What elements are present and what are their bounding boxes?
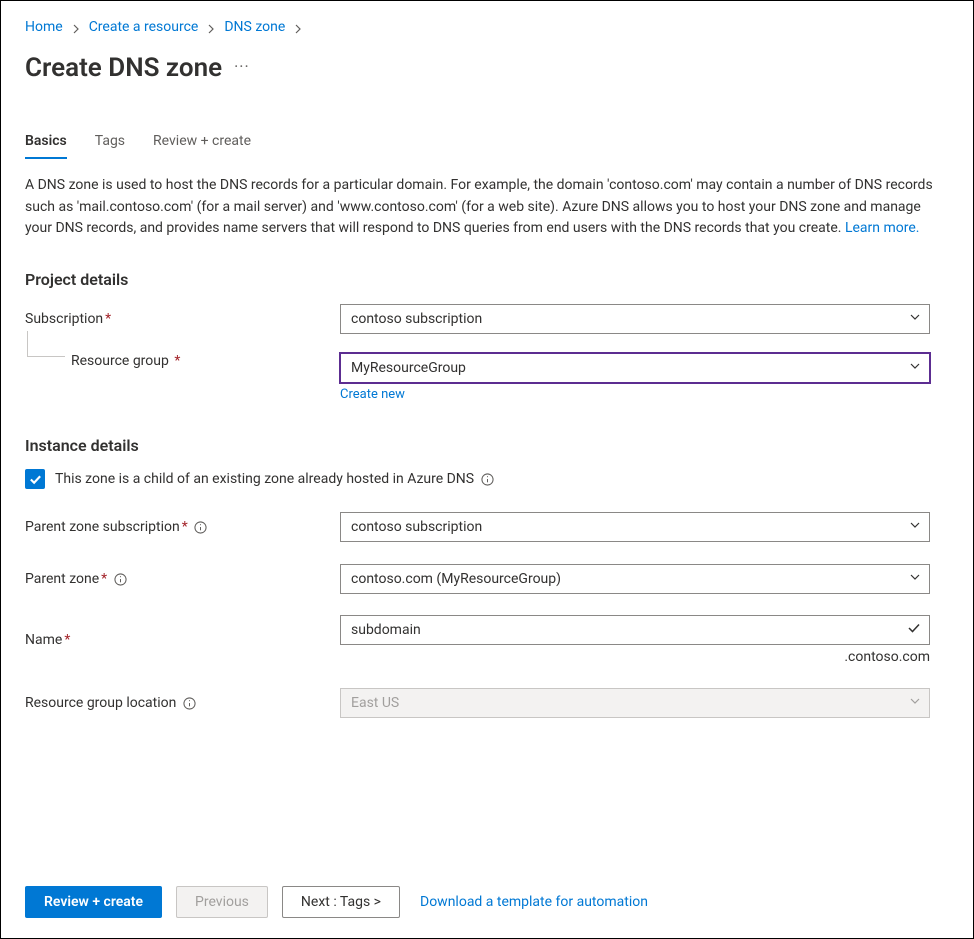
description-text: A DNS zone is used to host the DNS recor… <box>25 175 945 240</box>
breadcrumb-dns-zone[interactable]: DNS zone <box>224 19 285 35</box>
resource-group-dropdown[interactable]: MyResourceGroup <box>340 353 930 383</box>
info-icon[interactable] <box>480 472 494 486</box>
name-label: Name <box>25 632 62 648</box>
resource-group-label: Resource group <box>71 353 169 369</box>
chevron-down-icon <box>909 360 921 376</box>
info-icon[interactable] <box>113 572 127 586</box>
required-icon: * <box>172 353 180 369</box>
name-suffix: .contoso.com <box>340 649 930 665</box>
resource-group-location-label: Resource group location <box>25 695 176 711</box>
chevron-down-icon <box>909 519 921 535</box>
subscription-label: Subscription <box>25 311 103 327</box>
tab-tags[interactable]: Tags <box>95 127 125 159</box>
required-icon: * <box>180 519 188 535</box>
download-template-link[interactable]: Download a template for automation <box>420 894 648 910</box>
chevron-right-icon <box>206 22 216 32</box>
parent-zone-label: Parent zone <box>25 571 99 587</box>
breadcrumb: Home Create a resource DNS zone <box>25 11 949 43</box>
next-tags-button[interactable]: Next : Tags > <box>282 886 400 918</box>
resource-group-value: MyResourceGroup <box>351 360 466 376</box>
parent-zone-subscription-dropdown[interactable]: contoso subscription <box>340 512 930 542</box>
parent-zone-value: contoso.com (MyResourceGroup) <box>351 571 561 587</box>
tab-review-create[interactable]: Review + create <box>153 127 251 159</box>
resource-group-location-value: East US <box>351 695 399 711</box>
parent-zone-subscription-label: Parent zone subscription <box>25 519 180 535</box>
child-zone-checkbox-label: This zone is a child of an existing zone… <box>55 471 474 487</box>
name-value: subdomain <box>351 622 421 638</box>
parent-zone-subscription-value: contoso subscription <box>351 519 482 535</box>
resource-group-location-dropdown: East US <box>340 688 930 718</box>
section-project-details: Project details <box>25 270 949 289</box>
child-zone-checkbox[interactable] <box>25 469 45 489</box>
review-create-button[interactable]: Review + create <box>25 886 162 918</box>
subscription-value: contoso subscription <box>351 311 482 327</box>
learn-more-link[interactable]: Learn more. <box>845 220 920 236</box>
required-icon: * <box>99 571 107 587</box>
chevron-down-icon <box>909 311 921 327</box>
required-icon: * <box>62 632 70 648</box>
tabs: Basics Tags Review + create <box>25 127 949 159</box>
previous-button: Previous <box>176 886 268 918</box>
info-icon[interactable] <box>194 520 208 534</box>
more-menu-button[interactable]: ··· <box>234 57 250 80</box>
name-input[interactable]: subdomain <box>340 615 930 645</box>
info-icon[interactable] <box>182 696 196 710</box>
parent-zone-dropdown[interactable]: contoso.com (MyResourceGroup) <box>340 564 930 594</box>
chevron-right-icon <box>293 22 303 32</box>
required-icon: * <box>103 311 111 327</box>
chevron-right-icon <box>71 22 81 32</box>
page-title: Create DNS zone <box>25 53 222 83</box>
footer: Review + create Previous Next : Tags > D… <box>1 872 973 938</box>
breadcrumb-create-resource[interactable]: Create a resource <box>89 19 199 35</box>
breadcrumb-home[interactable]: Home <box>25 19 63 35</box>
section-instance-details: Instance details <box>25 436 949 455</box>
chevron-down-icon <box>909 695 921 711</box>
description-body: A DNS zone is used to host the DNS recor… <box>25 177 933 236</box>
chevron-down-icon <box>909 571 921 587</box>
tab-basics[interactable]: Basics <box>25 127 67 159</box>
subscription-dropdown[interactable]: contoso subscription <box>340 304 930 334</box>
check-icon <box>907 621 921 639</box>
indent-connector <box>27 331 65 357</box>
create-new-link[interactable]: Create new <box>340 387 405 402</box>
